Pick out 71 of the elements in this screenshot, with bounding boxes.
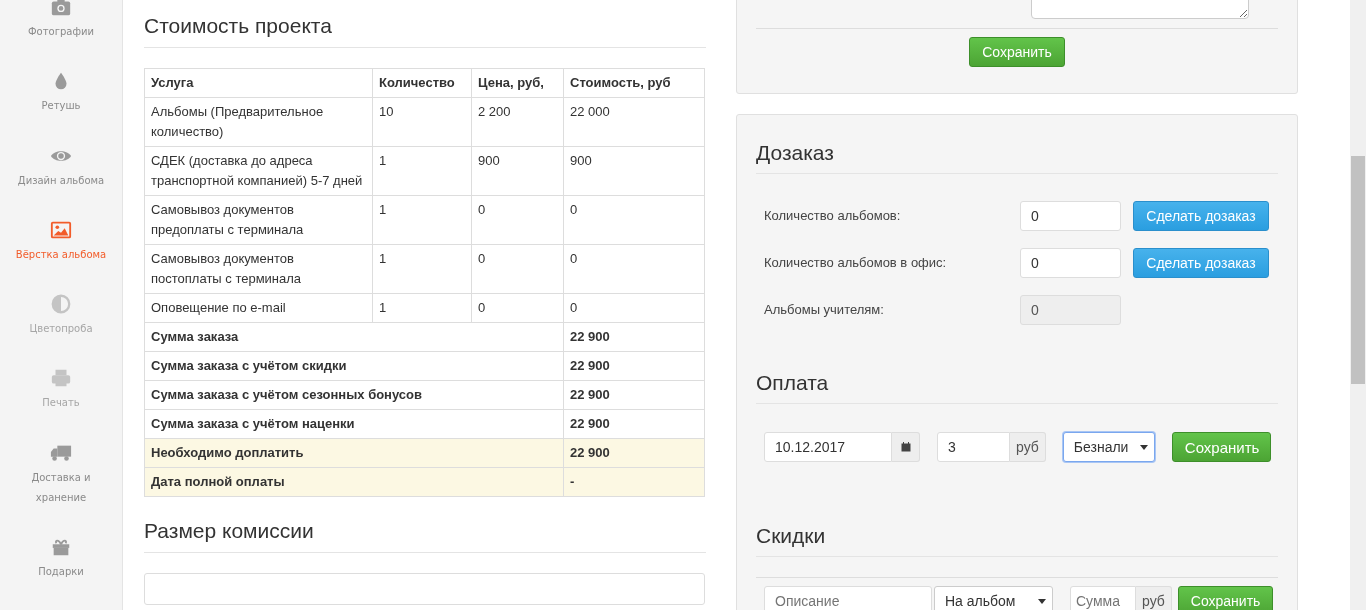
table-cell: 10 (372, 97, 472, 147)
currency-label: руб (1010, 432, 1046, 462)
sidebar-item[interactable]: Дизайн альбома (0, 144, 122, 219)
sidebar-item[interactable]: Подарки (0, 535, 122, 610)
table-cell: Сумма заказа с учётом сезонных бонусов (144, 380, 564, 410)
table-cell: Оповещение по e-mail (144, 293, 373, 323)
input-field[interactable]: 0 (1020, 200, 1121, 231)
section-heading: Размер комиссии (144, 519, 706, 553)
column-header: Стоимость, руб (563, 68, 705, 98)
table-cell: Необходимо доплатить (144, 438, 564, 468)
table-cell: 0 (471, 195, 564, 245)
half-circle-icon (50, 293, 72, 316)
table-cell: - (563, 467, 705, 497)
calendar-icon (899, 441, 912, 453)
table-cell: 2 200 (471, 97, 564, 147)
reorder-button[interactable]: Сделать дозаказ (1133, 200, 1269, 231)
table-cell: 22 900 (563, 409, 705, 439)
table-cell: Дата полной оплаты (144, 467, 564, 497)
table-cell: СДЕК (доставка до адреса транспортной компанией) 5-7 дней (144, 146, 373, 196)
section-heading: Стоимость проекта (144, 14, 706, 48)
sidebar-item[interactable]: Доставка и хранение (0, 441, 122, 536)
save-button[interactable]: Сохранить (969, 37, 1065, 67)
table-cell: 1 (372, 244, 472, 294)
input-field[interactable]: 0 (1020, 247, 1121, 278)
table-cell: 0 (563, 293, 705, 323)
table-cell: Сумма заказа с учётом наценки (144, 409, 564, 439)
table-cell: Альбомы (Предварительное количество) (144, 97, 373, 147)
column-header: Услуга (144, 68, 373, 98)
column-header: Количество (372, 68, 472, 98)
table-cell: 1 (372, 293, 472, 323)
table-cell: 0 (471, 293, 564, 323)
field-label: Количество альбомов в офис: (764, 255, 948, 270)
table-cell: 22 900 (563, 322, 705, 352)
table-cell: 22 000 (563, 97, 705, 147)
field-label: Альбомы учителям: (764, 302, 885, 317)
table-cell: Сумма заказа с учётом скидки (144, 351, 564, 381)
table-cell: 22 900 (563, 438, 705, 468)
caret-icon (1038, 598, 1046, 604)
column-header: Цена, руб, (471, 68, 564, 98)
table-cell: 0 (563, 244, 705, 294)
table-cell: 22 900 (563, 351, 705, 381)
date-field[interactable]: 10.12.2017 (764, 432, 892, 462)
table-cell: 1 (372, 146, 472, 196)
caret-icon (1139, 444, 1148, 450)
section-heading: Дозаказ (756, 141, 1278, 174)
table-cell: 900 (563, 146, 705, 196)
section-heading: Оплата (756, 371, 1278, 404)
sidebar-item[interactable]: Вёрстка альбома (0, 218, 122, 294)
currency-label: руб (1136, 586, 1172, 610)
scrollbar[interactable] (1350, 0, 1366, 610)
sum-field[interactable]: Сумма (1070, 586, 1136, 610)
table-cell: 22 900 (563, 380, 705, 410)
calendar-button[interactable] (892, 432, 920, 462)
table-cell: 1 (372, 195, 472, 245)
description-field[interactable]: Описание (764, 586, 932, 610)
table-cell: 900 (471, 146, 564, 196)
reorder-button[interactable]: Сделать дозаказ (1133, 247, 1269, 278)
save-button[interactable]: Сохранить (1171, 432, 1271, 462)
amount-field[interactable]: 3 (937, 432, 1010, 462)
table-cell: Самовывоз документов постоплаты с терминала (144, 244, 373, 294)
table-cell: 0 (563, 195, 705, 245)
field-label: Количество альбомов: (764, 208, 902, 223)
table-cell: 0 (471, 244, 564, 294)
sidebar-item[interactable]: Фотографии (0, 0, 122, 71)
table-cell: Сумма заказа (144, 322, 564, 352)
discount-type-dropdown[interactable]: На альбом (934, 586, 1053, 610)
table-cell: Самовывоз документов предоплаты с терминала (144, 195, 373, 245)
section-heading: Скидки (756, 524, 1278, 557)
sidebar-item[interactable]: Ретушь (0, 70, 122, 145)
payment-method-dropdown[interactable]: Безнали (1062, 432, 1155, 462)
save-button[interactable]: Сохранить (1177, 586, 1274, 610)
